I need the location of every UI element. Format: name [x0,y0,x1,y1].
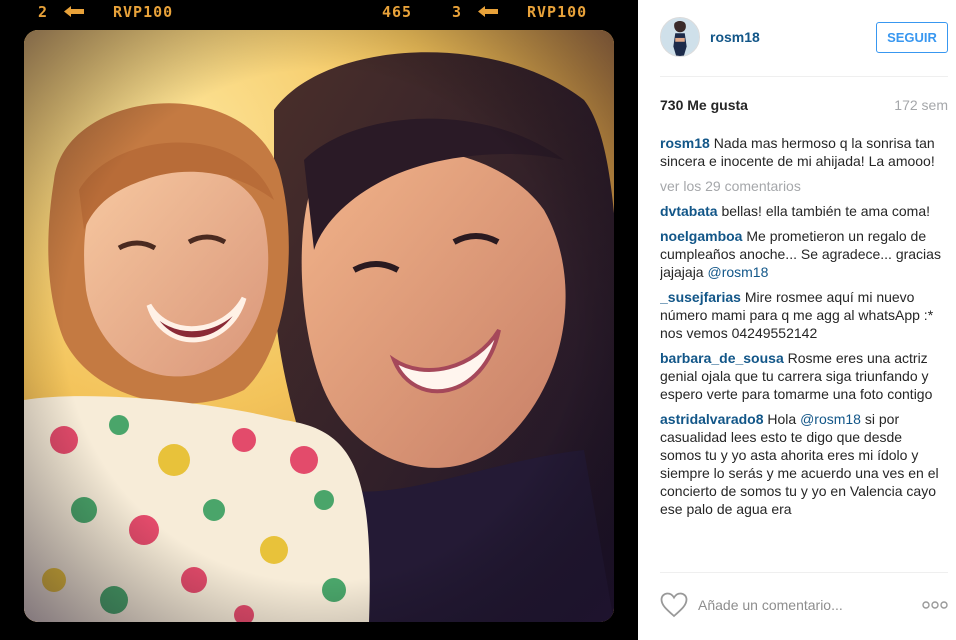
post-photo[interactable] [24,30,614,622]
film-arrow-icon [478,6,498,17]
film-stock-label: RVP100 [113,3,174,21]
comment-item: barbara_de_sousa Rosme eres una actriz g… [660,349,942,403]
header-divider [660,76,948,77]
profile-photo-icon [661,18,699,56]
film-frame-number: 3 [452,3,463,21]
photo-pane: 2 RVP100 465 3 RVP100 [0,0,638,640]
likes-count[interactable]: 730 Me gusta [660,97,748,113]
film-counter: 465 [382,3,413,21]
comments-list: rosm18 Nada mas hermoso q la sonrisa tan… [660,134,942,570]
heart-icon[interactable] [660,592,688,618]
avatar[interactable] [660,17,700,57]
more-options-icon[interactable] [922,600,948,610]
follow-button[interactable]: SEGUIR [876,21,948,53]
film-frame-number: 2 [38,3,49,21]
instagram-post: 2 RVP100 465 3 RVP100 rosm18 SEGUIR 730 … [0,0,956,640]
comment-item: astridalvarado8 Hola @rosm18 si por casu… [660,410,942,518]
film-stock-label: RVP100 [527,3,588,21]
add-comment-row [660,588,948,622]
comment-username[interactable]: dvtabata [660,203,718,219]
comment-item: dvtabata bellas! ella también te ama com… [660,202,942,220]
post-stats: 730 Me gusta 172 sem [660,95,948,115]
post-details-panel: rosm18 SEGUIR 730 Me gusta 172 sem rosm1… [638,0,956,640]
add-comment-input[interactable] [698,597,916,613]
comment-username[interactable]: _susejfarias [660,289,741,305]
comment-mention[interactable]: @rosm18 [707,264,768,280]
comment-username[interactable]: noelgamboa [660,228,742,244]
comment-mention[interactable]: @rosm18 [800,411,861,427]
caption: rosm18 Nada mas hermoso q la sonrisa tan… [660,134,942,170]
post-age[interactable]: 172 sem [894,97,948,113]
comment-username[interactable]: astridalvarado8 [660,411,764,427]
post-header: rosm18 SEGUIR [660,14,948,60]
comment-username[interactable]: barbara_de_sousa [660,350,784,366]
comment-text: bellas! ella también te ama coma! [721,203,931,219]
comment-text: Hola [767,411,801,427]
comments-divider [660,572,948,573]
view-all-comments-link[interactable]: ver los 29 comentarios [660,177,942,195]
selfie-photo [24,30,614,622]
caption-username[interactable]: rosm18 [660,135,710,151]
post-username[interactable]: rosm18 [710,29,760,45]
film-arrow-icon [64,6,84,17]
comment-item: _susejfarias Mire rosmee aquí mi nuevo n… [660,288,942,342]
comment-item: noelgamboa Me prometieron un regalo de c… [660,227,942,281]
